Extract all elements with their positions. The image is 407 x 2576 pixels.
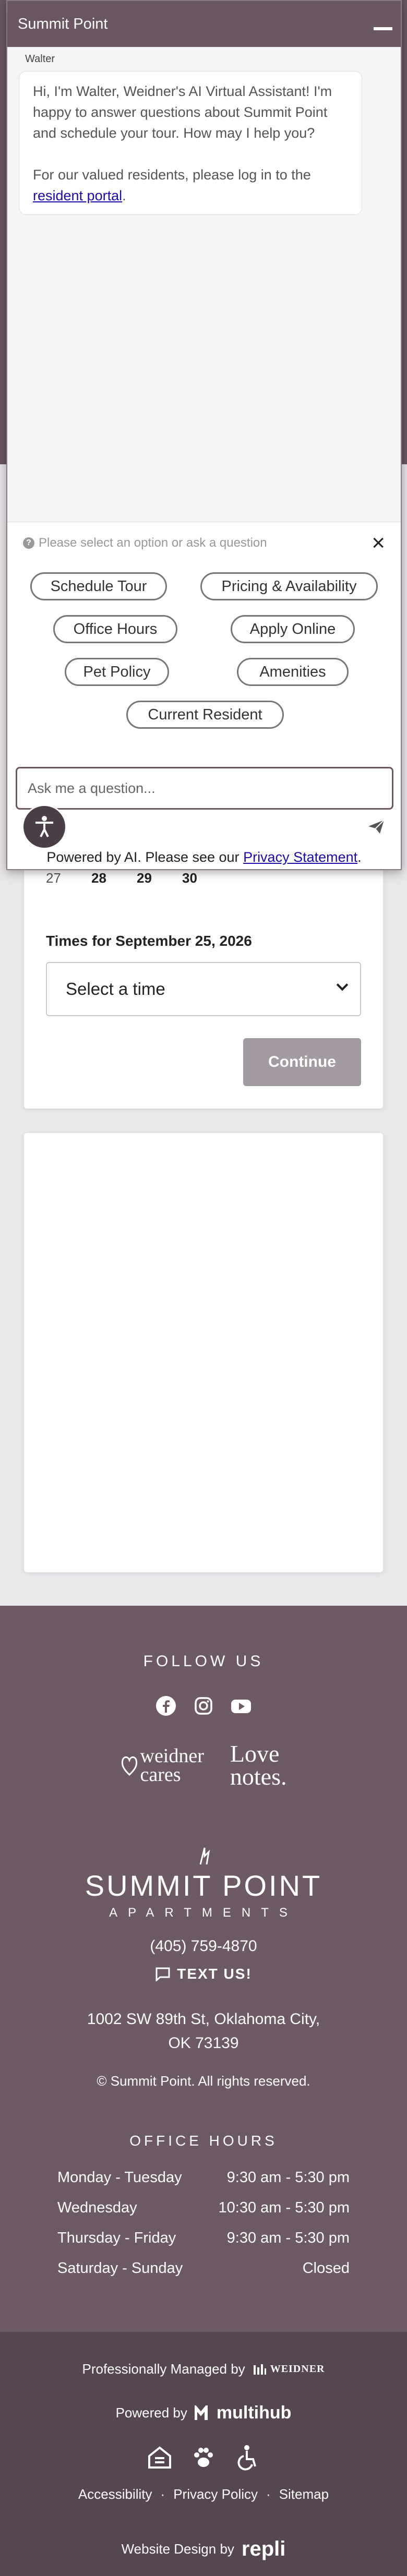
footer-bottom: Professionally Managed by WEIDNER Powere… bbox=[0, 2332, 407, 2576]
partner-logos: weidner cares Love notes. bbox=[0, 1740, 407, 1790]
chat-bubble-icon bbox=[155, 1967, 170, 1981]
phone-link[interactable]: (405) 759-4870 bbox=[0, 1937, 407, 1955]
privacy-policy-link[interactable]: Privacy Policy bbox=[173, 2486, 258, 2502]
chevron-down-icon bbox=[336, 979, 349, 991]
question-icon: ? bbox=[23, 537, 34, 549]
option-schedule-tour[interactable]: Schedule Tour bbox=[30, 572, 167, 600]
chat-input[interactable]: Ask me a question... bbox=[16, 767, 393, 810]
office-hours-row: Thursday - Friday 9:30 am - 5:30 pm bbox=[57, 2230, 350, 2246]
address[interactable]: 1002 SW 89th St, Oklahoma City, OK 73139 bbox=[0, 2007, 407, 2055]
chat-header: Summit Point bbox=[7, 1, 401, 47]
sitemap-link[interactable]: Sitemap bbox=[279, 2486, 329, 2502]
weidner-cares-logo: weidner cares bbox=[121, 1746, 204, 1785]
continue-button[interactable]: Continue bbox=[243, 1038, 361, 1086]
office-hours-row: Saturday - Sunday Closed bbox=[57, 2260, 350, 2277]
pet-friendly-icon bbox=[190, 2445, 217, 2473]
time-select-value: Select a time bbox=[66, 979, 165, 998]
accessibility-icon[interactable] bbox=[22, 804, 67, 849]
calendar-day[interactable]: 30 bbox=[182, 870, 228, 886]
option-pet-policy[interactable]: Pet Policy bbox=[65, 658, 169, 686]
bot-name: Walter bbox=[25, 53, 55, 65]
office-hours-heading: OFFICE HOURS bbox=[129, 2133, 278, 2149]
managed-by: Professionally Managed by WEIDNER bbox=[82, 2361, 325, 2377]
calendar-day[interactable]: 28 bbox=[91, 870, 137, 886]
equal-housing-icon bbox=[147, 2445, 173, 2473]
map-card bbox=[24, 1133, 383, 1572]
multihub-logo[interactable]: multihub bbox=[194, 2403, 291, 2423]
compliance-icons bbox=[0, 2445, 407, 2473]
text-us-link[interactable]: TEXT US! bbox=[0, 1966, 407, 1982]
close-icon[interactable]: × bbox=[372, 532, 385, 555]
time-select[interactable]: Select a time bbox=[46, 962, 361, 1016]
option-apply-online[interactable]: Apply Online bbox=[231, 615, 355, 643]
option-pricing-availability[interactable]: Pricing & Availability bbox=[200, 572, 378, 600]
minimize-icon[interactable] bbox=[374, 27, 392, 30]
copyright: © Summit Point. All rights reserved. bbox=[97, 2073, 310, 2089]
resident-portal-link[interactable]: resident portal bbox=[33, 188, 122, 203]
summit-point-logo: SUMMIT POINT APARTMENTS bbox=[0, 1846, 407, 1920]
website-design: Website Design by repli bbox=[121, 2537, 286, 2561]
footer-links: Accessibility · Privacy Policy · Sitemap bbox=[78, 2486, 329, 2502]
youtube-icon[interactable] bbox=[230, 1694, 253, 1717]
ai-disclaimer: Powered by AI. Please see our Privacy St… bbox=[46, 849, 362, 865]
wheelchair-icon bbox=[234, 2445, 260, 2473]
accessibility-link[interactable]: Accessibility bbox=[78, 2486, 152, 2502]
chat-title: Summit Point bbox=[18, 15, 108, 32]
follow-us-heading: FOLLOW US bbox=[143, 1653, 264, 1670]
times-label: Times for September 25, 2026 bbox=[46, 933, 252, 949]
facebook-icon[interactable] bbox=[154, 1694, 177, 1717]
footer: FOLLOW US weidner cares Love notes. SUMM… bbox=[0, 1606, 407, 2332]
privacy-statement-link[interactable]: Privacy Statement bbox=[243, 849, 357, 865]
option-office-hours[interactable]: Office Hours bbox=[53, 615, 177, 643]
instagram-icon[interactable] bbox=[192, 1694, 215, 1717]
mountain-icon bbox=[199, 1847, 210, 1865]
option-amenities[interactable]: Amenities bbox=[237, 658, 349, 686]
social-links bbox=[0, 1694, 407, 1717]
office-hours-row: Wednesday 10:30 am - 5:30 pm bbox=[57, 2199, 350, 2216]
love-notes-logo: Love notes. bbox=[230, 1740, 287, 1790]
powered-by: Powered by multihub bbox=[115, 2403, 292, 2423]
calendar-day: 27 bbox=[46, 870, 61, 886]
weidner-logo[interactable]: WEIDNER bbox=[253, 2363, 325, 2376]
repli-logo[interactable]: repli bbox=[242, 2537, 285, 2561]
office-hours-row: Monday - Tuesday 9:30 am - 5:30 pm bbox=[57, 2169, 350, 2186]
quick-options-panel: ? Please select an option or ask a quest… bbox=[7, 522, 401, 772]
bot-message: Hi, I'm Walter, Weidner's AI Virtual Ass… bbox=[19, 71, 362, 215]
option-current-resident[interactable]: Current Resident bbox=[126, 701, 284, 729]
options-hint: ? Please select an option or ask a quest… bbox=[23, 536, 267, 550]
send-icon[interactable] bbox=[367, 819, 385, 837]
calendar-row: 27 28 29 30 bbox=[46, 870, 234, 886]
chat-widget: Summit Point Walter Hi, I'm Walter, Weid… bbox=[6, 0, 402, 870]
calendar-day[interactable]: 29 bbox=[137, 870, 182, 886]
